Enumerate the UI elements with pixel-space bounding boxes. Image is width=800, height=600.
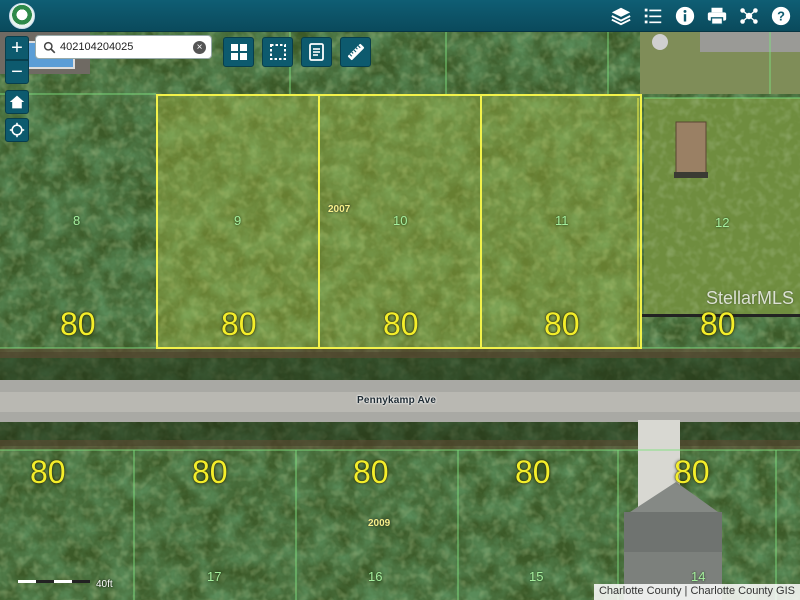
- lot-number: 8: [73, 213, 81, 228]
- lot-number: 9: [234, 213, 242, 228]
- measure-button[interactable]: [340, 37, 371, 67]
- dimension-label: 80: [674, 454, 710, 490]
- home-icon: [9, 95, 25, 109]
- dimension-label: 80: [221, 306, 257, 342]
- dimension-label: 80: [700, 306, 736, 342]
- scale-bar: [18, 580, 90, 583]
- lot-number: 14: [691, 569, 706, 584]
- search-icon: [40, 38, 58, 56]
- zoom-out-button[interactable]: −: [5, 60, 29, 84]
- legend-list-icon[interactable]: [640, 3, 666, 29]
- layers-icon[interactable]: [608, 3, 634, 29]
- help-icon[interactable]: ?: [768, 3, 794, 29]
- map-canvas[interactable]: 80 80 80 80 80 80 80 80 80 80 8 9 10 11 …: [0, 32, 800, 600]
- svg-text:?: ?: [777, 9, 785, 24]
- lot-number: 12: [715, 215, 730, 230]
- zoom-in-button[interactable]: +: [5, 36, 29, 60]
- basemap-button[interactable]: [223, 37, 254, 67]
- select-area-icon: [269, 44, 286, 60]
- dimension-label: 80: [515, 454, 551, 490]
- locate-button[interactable]: [5, 118, 29, 142]
- home-button[interactable]: [5, 90, 29, 114]
- dimension-label: 80: [544, 306, 580, 342]
- search-input[interactable]: [60, 41, 190, 53]
- print-icon[interactable]: [704, 3, 730, 29]
- street-label: Pennykamp Ave: [357, 395, 437, 406]
- map-tools: [223, 37, 371, 67]
- dimension-label: 80: [30, 454, 66, 490]
- dimension-label: 80: [353, 454, 389, 490]
- info-icon[interactable]: [672, 3, 698, 29]
- mls-watermark: StellarMLS: [706, 288, 795, 308]
- year-label: 2009: [368, 518, 391, 529]
- parcel-search-box[interactable]: ×: [35, 35, 212, 59]
- map-attribution: Charlotte County | Charlotte County GIS: [593, 584, 800, 600]
- clear-search-icon[interactable]: ×: [193, 41, 206, 54]
- notes-icon: [308, 43, 324, 61]
- basemap-grid-icon: [230, 44, 247, 60]
- lot-number: 11: [555, 213, 569, 228]
- county-logo: [9, 3, 35, 29]
- lot-number: 17: [207, 569, 222, 584]
- lot-number: 16: [368, 569, 383, 584]
- dimension-label: 80: [60, 306, 96, 342]
- share-icon[interactable]: [736, 3, 762, 29]
- scale-label: 40ft: [96, 579, 113, 590]
- lot-number: 10: [393, 213, 408, 228]
- top-toolbar: ?: [0, 0, 800, 32]
- notes-button[interactable]: [301, 37, 332, 67]
- top-icon-group: ?: [608, 3, 794, 29]
- select-area-button[interactable]: [262, 37, 293, 67]
- year-label: 2007: [328, 204, 351, 215]
- dimension-label: 80: [383, 306, 419, 342]
- locate-icon: [9, 122, 25, 138]
- lot-number: 15: [529, 569, 544, 584]
- measure-ruler-icon: [347, 43, 364, 61]
- dimension-label: 80: [192, 454, 228, 490]
